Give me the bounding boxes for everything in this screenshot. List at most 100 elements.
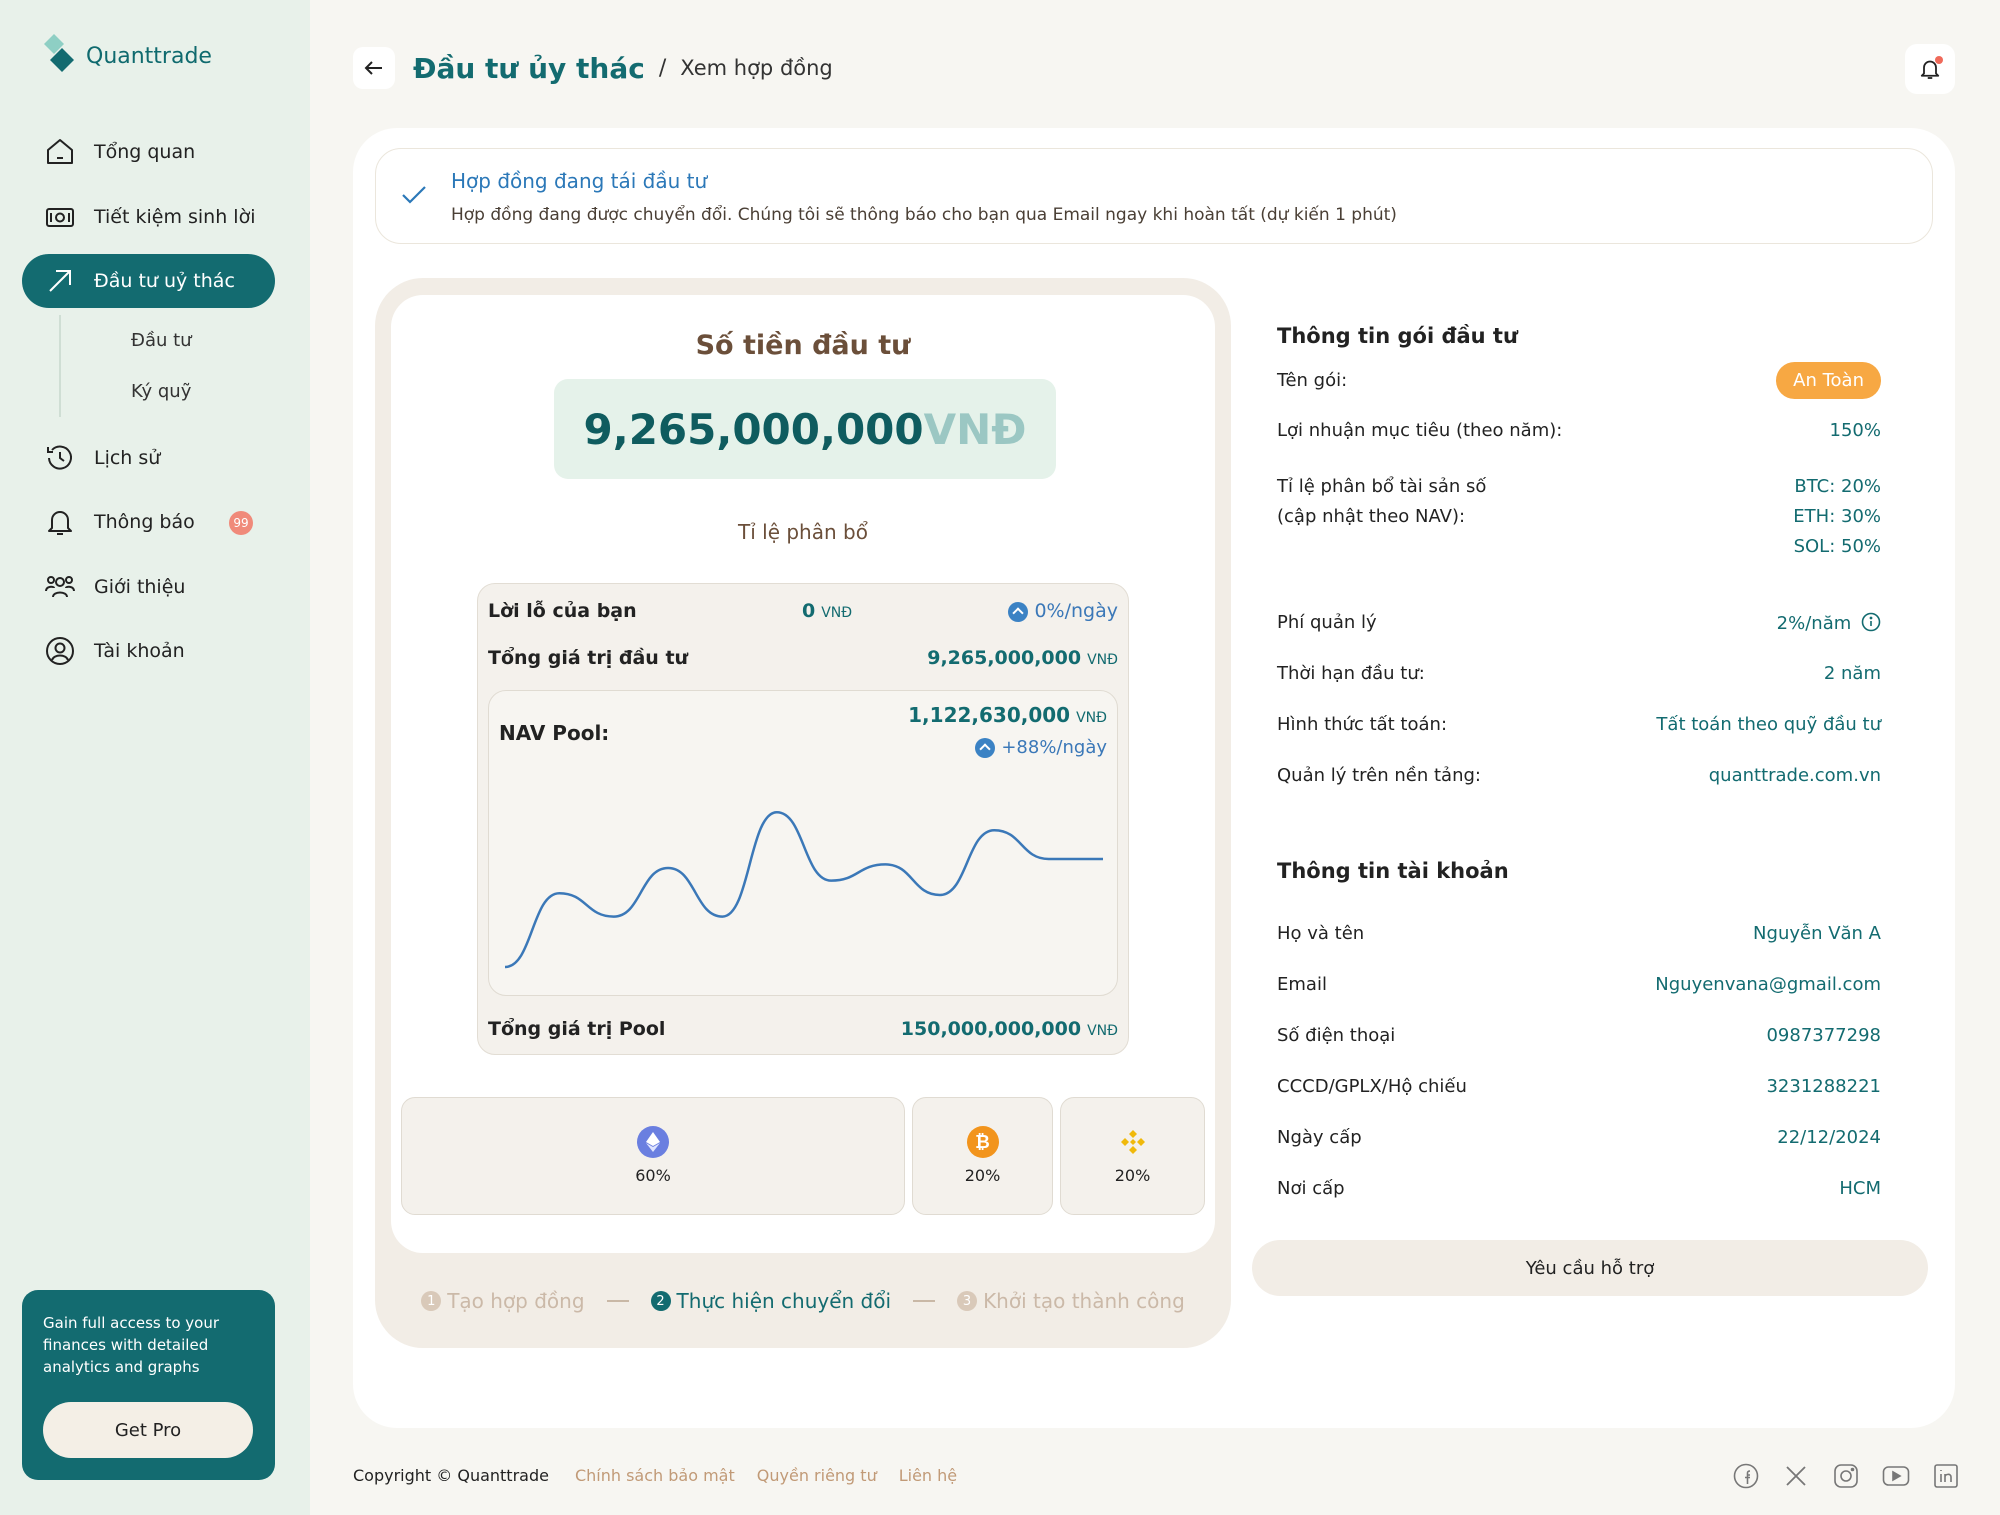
asset-allocation-label: Tỉ lệ phân bổ tài sản số (cập nhật theo … bbox=[1277, 476, 1487, 527]
instagram-icon[interactable] bbox=[1832, 1462, 1860, 1490]
id-label: CCCD/GPLX/Hộ chiếu bbox=[1277, 1076, 1467, 1097]
alert-title: Hợp đồng đang tái đầu tư bbox=[451, 169, 708, 193]
package-name-badge: An Toàn bbox=[1776, 362, 1881, 399]
arrow-up-right-icon bbox=[49, 270, 71, 292]
id-row: CCCD/GPLX/Hộ chiếu 3231288221 bbox=[1277, 1076, 1881, 1097]
ethereum-icon bbox=[637, 1126, 669, 1158]
phone-row: Số điện thoại 0987377298 bbox=[1277, 1025, 1881, 1046]
user-circle-icon bbox=[46, 637, 74, 665]
profit-label: Lợi nhuận mục tiêu (theo năm): bbox=[1277, 420, 1563, 441]
pool-total-label: Tổng giá trị Pool bbox=[488, 1018, 666, 1040]
term-label: Thời hạn đầu tư: bbox=[1277, 663, 1425, 684]
arrow-up-circle-icon bbox=[1008, 601, 1029, 622]
step-divider bbox=[913, 1300, 936, 1302]
total-investment-label: Tổng giá trị đầu tư bbox=[488, 647, 689, 669]
phone-label: Số điện thoại bbox=[1277, 1025, 1396, 1046]
email-row: Email Nguyenvana@gmail.com bbox=[1277, 974, 1881, 995]
sidebar-nav: Tổng quan Tiết kiệm sinh lời Đầu tư uỷ t… bbox=[22, 125, 275, 689]
step-divider bbox=[606, 1300, 629, 1302]
sidebar-item-overview[interactable]: Tổng quan bbox=[22, 125, 275, 179]
investment-amount-box: 9,265,000,000 VNĐ bbox=[554, 379, 1056, 479]
term-row: Thời hạn đầu tư: 2 năm bbox=[1277, 663, 1881, 684]
contact-link[interactable]: Liên hệ bbox=[899, 1466, 957, 1485]
issue-date-value: 22/12/2024 bbox=[1777, 1127, 1881, 1148]
id-value: 3231288221 bbox=[1766, 1076, 1881, 1097]
coin-bnb[interactable]: 20% bbox=[1060, 1097, 1205, 1215]
sidebar-item-savings[interactable]: Tiết kiệm sinh lời bbox=[22, 190, 275, 244]
nav-pool-card: NAV Pool: 1,122,630,000 VNĐ +88%/ngày bbox=[488, 690, 1118, 996]
x-icon[interactable] bbox=[1782, 1462, 1810, 1490]
platform-link[interactable]: quanttrade.com.vn bbox=[1709, 765, 1881, 786]
sidebar-subitem-invest[interactable]: Đầu tư bbox=[111, 315, 275, 366]
sidebar-item-label: Giới thiệu bbox=[94, 575, 186, 598]
nav-pool-value: 1,122,630,000 bbox=[908, 703, 1071, 727]
arrow-left-icon bbox=[364, 61, 382, 75]
coin-eth-pct: 60% bbox=[635, 1166, 671, 1185]
users-icon bbox=[45, 575, 75, 597]
privacy-rights-link[interactable]: Quyền riêng tư bbox=[757, 1466, 877, 1485]
sidebar-item-label: Tài khoản bbox=[94, 640, 185, 662]
allocation-label: Tỉ lệ phân bổ bbox=[738, 520, 868, 544]
alert-message: Hợp đồng đang được chuyển đổi. Chúng tôi… bbox=[451, 205, 1397, 225]
nav-pool-label: NAV Pool: bbox=[499, 721, 610, 745]
get-pro-button[interactable]: Get Pro bbox=[43, 1402, 253, 1458]
fee-label: Phí quản lý bbox=[1277, 612, 1377, 633]
investment-panel: Số tiền đầu tư 9,265,000,000 VNĐ Tỉ lệ p… bbox=[375, 278, 1231, 1348]
settlement-row: Hình thức tất toán: Tất toán theo quỹ đầ… bbox=[1277, 714, 1881, 735]
sidebar-item-trust-investment[interactable]: Đầu tư uỷ thác bbox=[22, 254, 275, 308]
facebook-icon[interactable] bbox=[1732, 1462, 1760, 1490]
investment-summary: Số tiền đầu tư 9,265,000,000 VNĐ Tỉ lệ p… bbox=[391, 295, 1215, 1253]
profit-value: 150% bbox=[1829, 420, 1881, 441]
sidebar-item-referral[interactable]: Giới thiệu bbox=[22, 560, 275, 614]
pnl-rate: 0%/ngày bbox=[1008, 600, 1118, 622]
package-name-label: Tên gói: bbox=[1277, 370, 1348, 391]
linkedin-icon[interactable] bbox=[1932, 1462, 1960, 1490]
notifications-button[interactable] bbox=[1905, 44, 1955, 94]
sidebar-item-account[interactable]: Tài khoản bbox=[22, 624, 275, 678]
pool-total-unit: VNĐ bbox=[1087, 1023, 1118, 1039]
logo[interactable]: Quanttrade bbox=[40, 34, 212, 78]
coin-eth[interactable]: 60% bbox=[401, 1097, 905, 1215]
reinvest-alert: Hợp đồng đang tái đầu tư Hợp đồng đang đ… bbox=[375, 148, 1933, 244]
total-investment-amount: 9,265,000,000 VNĐ bbox=[927, 647, 1118, 669]
sidebar-subitem-margin[interactable]: Ký quỹ bbox=[111, 366, 275, 417]
arrow-up-circle-icon bbox=[975, 738, 996, 758]
page-header: Đầu tư ủy thác / Xem hợp đồng bbox=[353, 44, 833, 92]
footer: Copyright © Quanttrade Chính sách bảo mậ… bbox=[353, 1466, 957, 1485]
progress-stepper: 1 Tạo hợp đồng 2 Thực hiện chuyển đổi 3 Khở… bbox=[391, 1268, 1215, 1334]
breadcrumb-separator: / bbox=[658, 55, 667, 81]
asset-allocation-values: BTC: 20% ETH: 30% SOL: 50% bbox=[1793, 476, 1881, 557]
coin-bnb-pct: 20% bbox=[1114, 1166, 1151, 1185]
app-name: Quanttrade bbox=[86, 43, 212, 69]
issue-place-label: Nơi cấp bbox=[1277, 1178, 1345, 1199]
nav-pool-rate: +88%/ngày bbox=[975, 737, 1107, 758]
fullname-row: Họ và tên Nguyễn Văn A bbox=[1277, 923, 1881, 944]
coin-btc[interactable]: ₿ 20% bbox=[912, 1097, 1053, 1215]
sidebar-item-label: Thông báo bbox=[94, 511, 195, 533]
sidebar-item-notifications[interactable]: Thông báo 99 bbox=[22, 495, 275, 549]
pnl-row: Lời lỗ của bạn 0 VNĐ 0%/ngày bbox=[488, 596, 1118, 626]
youtube-icon[interactable] bbox=[1882, 1462, 1910, 1490]
info-icon[interactable] bbox=[1861, 612, 1881, 632]
support-request-button[interactable]: Yêu cầu hỗ trợ bbox=[1252, 1240, 1928, 1296]
account-info-title: Thông tin tài khoản bbox=[1277, 859, 1509, 883]
nav-series-line bbox=[504, 810, 1103, 969]
money-icon bbox=[46, 207, 74, 227]
sidebar-item-history[interactable]: Lịch sử bbox=[22, 431, 275, 485]
issue-date-label: Ngày cấp bbox=[1277, 1127, 1362, 1148]
nav-line-chart bbox=[504, 810, 1103, 969]
notification-count-badge: 99 bbox=[229, 511, 253, 535]
pnl-label: Lời lỗ của bạn bbox=[488, 600, 637, 622]
step-success: 3 Khởi tạo thành công bbox=[957, 1289, 1185, 1313]
package-info-title: Thông tin gói đầu tư bbox=[1277, 324, 1518, 348]
back-button[interactable] bbox=[353, 47, 395, 89]
investment-amount: 9,265,000,000 bbox=[583, 404, 924, 454]
bell-icon bbox=[48, 511, 72, 535]
privacy-policy-link[interactable]: Chính sách bảo mật bbox=[575, 1466, 735, 1485]
sidebar-item-label: Tổng quan bbox=[94, 141, 196, 163]
pnl-unit: VNĐ bbox=[821, 605, 853, 621]
fullname-label: Họ và tên bbox=[1277, 923, 1365, 944]
breadcrumb: Xem hợp đồng bbox=[680, 56, 833, 80]
history-icon bbox=[47, 445, 72, 470]
stats-card: Lời lỗ của bạn 0 VNĐ 0%/ngày Tổng giá trị… bbox=[477, 583, 1129, 1055]
